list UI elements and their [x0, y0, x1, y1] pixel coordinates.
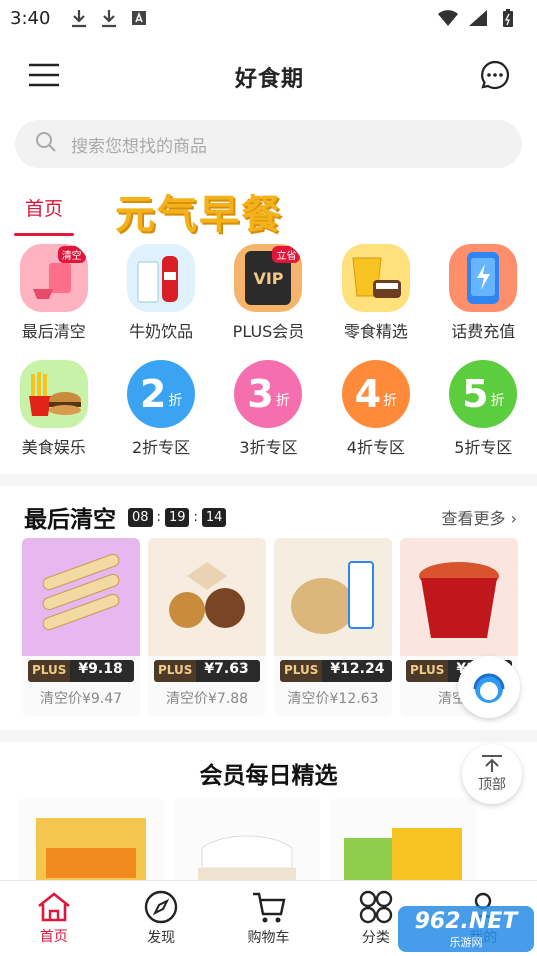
app-title: 好食期	[234, 67, 304, 92]
product-image	[22, 538, 140, 656]
clearance-item[interactable]: PLUS ¥12.24 清空价¥12.63	[274, 538, 392, 716]
search-input[interactable]: 搜索您想找的商品	[15, 120, 522, 168]
category-label: 3折专区	[239, 438, 298, 457]
home-icon	[37, 892, 70, 922]
search-placeholder: 搜索您想找的商品	[71, 136, 207, 157]
food-fun-icon	[19, 360, 88, 428]
category-label: 牛奶饮品	[129, 322, 194, 341]
countdown-hours: 08	[128, 507, 153, 527]
tab-indicator	[14, 233, 74, 236]
clearance-tag: 清空	[57, 246, 86, 263]
category-grid: 清空 最后清空 牛奶饮品 VIP 立省 PLUS会员 零食精选 话费充值 美食娱…	[0, 240, 537, 474]
arrow-up-icon	[482, 755, 502, 772]
search-area: 搜索您想找的商品	[0, 118, 537, 178]
discount-5-icon: 5折	[449, 360, 518, 428]
category-milk[interactable]: 牛奶饮品	[107, 244, 214, 342]
phone-recharge-icon	[449, 244, 518, 312]
category-label: 话费充值	[451, 322, 516, 341]
category-label: 5折专区	[454, 438, 513, 457]
message-icon[interactable]	[479, 59, 511, 95]
clearance-list: PLUS ¥9.18 清空价¥9.47 PLUS ¥7.63 清空价¥7.88 PL…	[0, 534, 537, 716]
download-icon	[98, 7, 120, 29]
clearance-section: 最后清空 08 : 19 : 14 查看更多 › PLUS ¥9.18 清空价¥9…	[0, 486, 537, 730]
tab-row: 首页 元气早餐	[0, 178, 537, 240]
product-image	[148, 538, 266, 656]
plus-price: PLUS ¥12.24	[280, 660, 392, 682]
member-title: 会员每日精选	[199, 763, 338, 789]
status-bar: 3:40	[0, 0, 537, 36]
product-image	[274, 538, 392, 656]
wifi-icon	[437, 7, 459, 29]
countdown-minutes: 19	[164, 507, 190, 527]
plus-price: PLUS ¥7.63	[154, 660, 260, 682]
category-label: 2折专区	[132, 438, 191, 457]
menu-icon[interactable]	[28, 62, 60, 92]
compass-icon	[144, 890, 178, 924]
clearance-price: 清空价¥7.88	[165, 691, 249, 707]
category-2zhe[interactable]: 2折 2折专区	[107, 360, 214, 458]
category-food[interactable]: 美食娱乐	[0, 360, 107, 458]
clearance-item[interactable]: PLUS ¥9.18 清空价¥9.47	[22, 538, 140, 716]
milk-drink-icon	[127, 244, 196, 312]
category-label: 4折专区	[346, 438, 405, 457]
snack-icon	[341, 244, 410, 312]
font-icon	[128, 7, 150, 29]
discount-2-icon: 2折	[127, 360, 196, 428]
nav-home[interactable]: 首页	[0, 881, 107, 956]
signal-icon	[467, 7, 489, 29]
nav-cart[interactable]: 购物车	[215, 881, 322, 956]
nav-discover[interactable]: 发现	[107, 881, 214, 956]
customer-service-button[interactable]	[458, 656, 520, 718]
breakfast-banner[interactable]: 元气早餐	[115, 182, 283, 240]
plus-tag: 立省	[272, 246, 301, 263]
download-icon	[68, 7, 90, 29]
category-snack[interactable]: 零食精选	[322, 244, 429, 342]
clearance-item[interactable]: PLUS ¥7.63 清空价¥7.88	[148, 538, 266, 716]
category-recharge[interactable]: 话费充值	[430, 244, 537, 342]
category-clearance[interactable]: 清空 最后清空	[0, 244, 107, 342]
plus-price: PLUS ¥9.18	[28, 660, 134, 682]
category-label: PLUS会员	[232, 322, 305, 341]
category-label: 美食娱乐	[21, 438, 86, 457]
category-label: 最后清空	[21, 322, 86, 341]
discount-4-icon: 4折	[341, 360, 410, 428]
tab-home[interactable]: 首页	[14, 194, 74, 221]
clearance-icon: 清空	[19, 244, 88, 312]
category-3zhe[interactable]: 3折 3折专区	[215, 360, 322, 458]
app-bar: 好食期	[0, 36, 537, 118]
view-more-link[interactable]: 查看更多 ›	[442, 505, 518, 529]
category-plus[interactable]: VIP 立省 PLUS会员	[215, 244, 322, 342]
category-4zhe[interactable]: 4折 4折专区	[322, 360, 429, 458]
search-icon	[35, 131, 57, 157]
status-time: 3:40	[10, 7, 51, 29]
watermark: 962.NET 乐游网	[398, 906, 534, 952]
category-label: 零食精选	[343, 322, 408, 341]
back-to-top-button[interactable]: 顶部	[462, 744, 522, 804]
clearance-price: 清空价¥12.63	[287, 691, 379, 707]
vip-icon: VIP 立省	[234, 244, 303, 312]
screen: 3:40 好食期 搜索您想找的商品 首页 元气早餐 清空 最后清空 牛奶饮品 V…	[0, 0, 537, 956]
grid-icon	[359, 890, 393, 924]
clearance-price: 清空价¥9.47	[39, 691, 123, 707]
battery-icon	[497, 7, 519, 29]
category-5zhe[interactable]: 5折 5折专区	[430, 360, 537, 458]
countdown-seconds: 14	[201, 507, 227, 527]
clearance-title: 最后清空	[24, 507, 116, 533]
cart-icon	[252, 892, 286, 923]
product-image	[400, 538, 518, 656]
headset-icon	[473, 673, 505, 703]
discount-3-icon: 3折	[234, 360, 303, 428]
clearance-header: 最后清空 08 : 19 : 14 查看更多 ›	[0, 500, 537, 534]
